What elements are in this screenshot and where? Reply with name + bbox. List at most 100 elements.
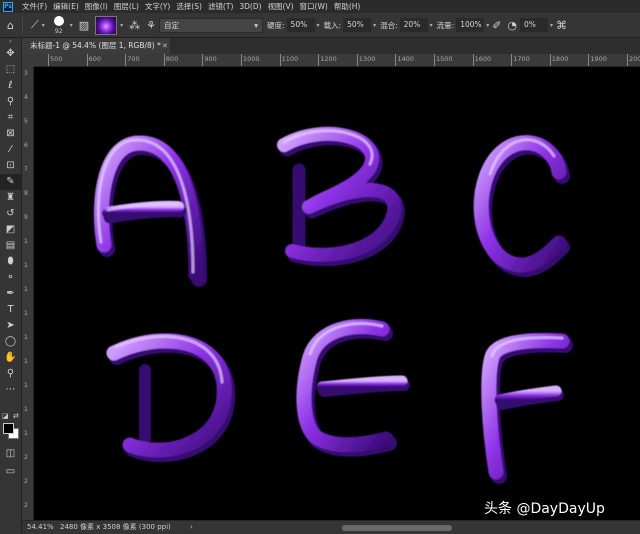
ruler-tick-label: 6: [24, 142, 28, 149]
brush-settings-panel-icon[interactable]: ▨: [79, 19, 89, 32]
close-icon[interactable]: ✕: [162, 38, 168, 54]
ruler-corner: [22, 54, 34, 67]
chevron-down-icon[interactable]: ▾: [42, 22, 45, 29]
load-label: 载入:: [323, 20, 342, 30]
chevron-down-icon[interactable]: ▾: [317, 22, 320, 29]
horizontal-scrollbar[interactable]: [342, 525, 452, 531]
ruler-tick-label: 2000: [629, 55, 640, 63]
move-tool-icon[interactable]: ✥: [0, 46, 21, 62]
menu-help[interactable]: 帮助(H): [331, 1, 364, 12]
ruler-tick-label: 1500: [436, 55, 453, 63]
type-tool-icon[interactable]: T: [0, 302, 21, 318]
wet-input[interactable]: 50%: [286, 18, 315, 32]
menu-edit[interactable]: 编辑(E): [50, 1, 82, 12]
foreground-color-swatch[interactable]: [3, 423, 14, 434]
quick-select-tool-icon[interactable]: ⚲: [0, 94, 21, 110]
ruler-tick: [163, 54, 165, 66]
vertical-ruler[interactable]: 3 4 5 6 7 8 9 1 1 1 1 1 1 1 1 1 2 2 2: [22, 67, 34, 520]
more-tools-icon[interactable]: ⋯: [0, 382, 21, 398]
ruler-tick-label: 1800: [551, 55, 569, 63]
hand-tool-icon[interactable]: ✋: [0, 350, 21, 366]
chevron-down-icon[interactable]: ▾: [120, 22, 123, 29]
menu-layer[interactable]: 图层(L): [111, 1, 142, 12]
clone-stamp-tool-icon[interactable]: ♜: [0, 190, 21, 206]
marquee-tool-icon[interactable]: ⬚: [0, 62, 21, 78]
brush-tip-icon: [53, 16, 64, 26]
horizontal-ruler[interactable]: 500 600 700 800 900 1000 1100 1200 1300 1400 1500 1…: [34, 54, 640, 67]
gradient-tool-icon[interactable]: ▤: [0, 238, 21, 254]
clean-brush-icon[interactable]: ⚘: [146, 19, 156, 32]
home-icon[interactable]: ⌂: [7, 19, 14, 32]
chevron-down-icon[interactable]: ▾: [430, 22, 433, 29]
ruler-tick: [279, 54, 281, 66]
quick-mask-icon[interactable]: ◫: [0, 446, 21, 462]
brush-preset-picker[interactable]: 92: [50, 15, 68, 35]
chevron-down-icon[interactable]: ▾: [70, 22, 73, 29]
menu-view[interactable]: 视图(V): [265, 1, 297, 12]
sample-all-layers-icon[interactable]: ⌘: [556, 19, 567, 32]
menu-file[interactable]: 文件(F): [19, 1, 50, 12]
menu-filter[interactable]: 滤镜(T): [205, 1, 236, 12]
blend-preset-select[interactable]: 自定 ▾: [159, 17, 264, 33]
ruler-tick-label: 3: [24, 70, 28, 77]
blur-tool-icon[interactable]: ⬮: [0, 254, 21, 270]
ruler-tick-label: 9: [24, 214, 28, 221]
mix-input[interactable]: 20%: [399, 18, 428, 32]
eraser-tool-icon[interactable]: ◩: [0, 222, 21, 238]
mixer-brush-tool-icon[interactable]: ⟋: [31, 18, 39, 32]
ruler-tick: [511, 54, 513, 66]
document-tab[interactable]: 未标题-1 @ 54.4% (图层 1, RGB/8) *: [22, 38, 170, 54]
menu-window[interactable]: 窗口(W): [297, 1, 331, 12]
menu-type[interactable]: 文字(Y): [142, 1, 173, 12]
frame-tool-icon[interactable]: ⊠: [0, 126, 21, 142]
lasso-tool-icon[interactable]: ℓ: [0, 78, 21, 94]
angle-input[interactable]: 0%: [520, 18, 549, 32]
ruler-tick-label: 1: [24, 262, 28, 269]
load-brush-icon[interactable]: ⁂: [129, 19, 140, 32]
ruler-tick-label: 8: [24, 190, 28, 197]
chevron-right-icon[interactable]: ›: [190, 521, 193, 534]
load-input[interactable]: 50%: [343, 18, 372, 32]
healing-brush-tool-icon[interactable]: ⊡: [0, 158, 21, 174]
eyedropper-tool-icon[interactable]: ⁄: [0, 142, 21, 158]
chevron-down-icon: ▾: [254, 20, 259, 30]
zoom-tool-icon[interactable]: ⚲: [0, 366, 21, 382]
menu-image[interactable]: 图像(I): [82, 1, 111, 12]
screen-mode-icon[interactable]: ▭: [0, 464, 21, 480]
shape-tool-icon[interactable]: ◯: [0, 334, 21, 350]
swap-colors-icon[interactable]: ⇄: [13, 412, 19, 420]
chevron-down-icon[interactable]: ▾: [373, 22, 376, 29]
current-brush-load-swatch[interactable]: [95, 15, 118, 35]
ruler-tick: [549, 54, 551, 66]
dodge-tool-icon[interactable]: ⚬: [0, 270, 21, 286]
path-selection-tool-icon[interactable]: ➤: [0, 318, 21, 334]
document-canvas[interactable]: [34, 67, 640, 520]
wet-label: 硬度:: [267, 20, 285, 30]
ruler-tick-label: 1: [24, 238, 28, 245]
options-bar: ⌂ ⟋ ▾ 92 ▾ ▨ ▾ ⁂ ⚘ 自定 ▾ 硬度: 50% ▾ 载入: 50…: [0, 13, 640, 38]
ruler-tick-label: 4: [24, 94, 28, 101]
ruler-tick-label: 1400: [397, 55, 414, 63]
mixer-brush-tool-icon[interactable]: ✎: [0, 174, 21, 190]
flow-input[interactable]: 100%: [456, 18, 485, 32]
angle-icon[interactable]: ◔: [507, 19, 517, 32]
letter-e: [296, 319, 410, 457]
ruler-tick-label: 2: [24, 478, 28, 485]
ruler-tick-label: 800: [165, 55, 179, 63]
default-colors-icon[interactable]: ◪: [2, 412, 9, 420]
airbrush-icon[interactable]: ✐: [492, 19, 501, 32]
pen-tool-icon[interactable]: ✒: [0, 286, 21, 302]
crop-tool-icon[interactable]: ⌗: [0, 110, 21, 126]
ruler-tick-label: 1: [24, 358, 28, 365]
menu-3d[interactable]: 3D(D): [236, 2, 264, 11]
ruler-tick-label: 2: [24, 454, 28, 461]
letter-d: [106, 333, 236, 463]
panel-collapse-icon[interactable]: »: [0, 38, 21, 46]
ruler-tick: [395, 54, 397, 66]
ruler-tick-label: 5: [24, 118, 28, 125]
chevron-down-icon[interactable]: ▾: [486, 22, 489, 29]
chevron-down-icon[interactable]: ▾: [550, 22, 553, 29]
history-brush-tool-icon[interactable]: ↺: [0, 206, 21, 222]
menu-select[interactable]: 选择(S): [173, 1, 205, 12]
zoom-level[interactable]: 54.41%: [27, 521, 54, 534]
